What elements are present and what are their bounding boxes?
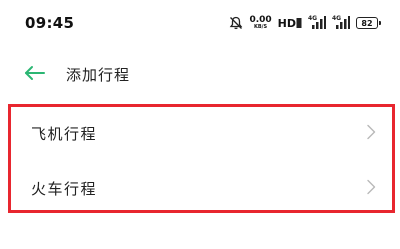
signal-icon: 4G: [308, 15, 326, 30]
status-time: 09:45: [25, 14, 75, 32]
network-speed-unit: KB/S: [253, 24, 268, 30]
title-bar: 添加行程: [0, 54, 400, 94]
hd-voice-icon: HD: [278, 17, 302, 30]
signal-icon-secondary: 4G: [332, 15, 350, 30]
back-arrow-icon: [25, 66, 45, 80]
status-icons: 0.00 KB/S HD 4G 4G 82: [229, 14, 381, 32]
chevron-right-icon: [367, 179, 376, 195]
trip-type-list: 飞机行程 火车行程: [8, 104, 395, 213]
battery-level: 82: [361, 18, 373, 28]
battery-icon: 82: [356, 17, 381, 29]
mute-bell-icon: [229, 16, 243, 30]
flight-trip-label: 飞机行程: [31, 125, 98, 143]
network-speed: 0.00 KB/S: [249, 15, 272, 31]
chevron-right-icon: [367, 124, 376, 140]
status-bar: 09:45 0.00 KB/S HD 4G 4G 82: [0, 0, 400, 44]
list-item-flight-trip[interactable]: 飞机行程: [11, 107, 392, 159]
network-speed-value: 0.00: [249, 15, 272, 25]
back-button[interactable]: [22, 62, 48, 84]
train-trip-label: 火车行程: [31, 180, 98, 198]
list-item-train-trip[interactable]: 火车行程: [11, 162, 392, 214]
hd-label: HD: [277, 16, 296, 30]
page-title: 添加行程: [66, 66, 131, 84]
